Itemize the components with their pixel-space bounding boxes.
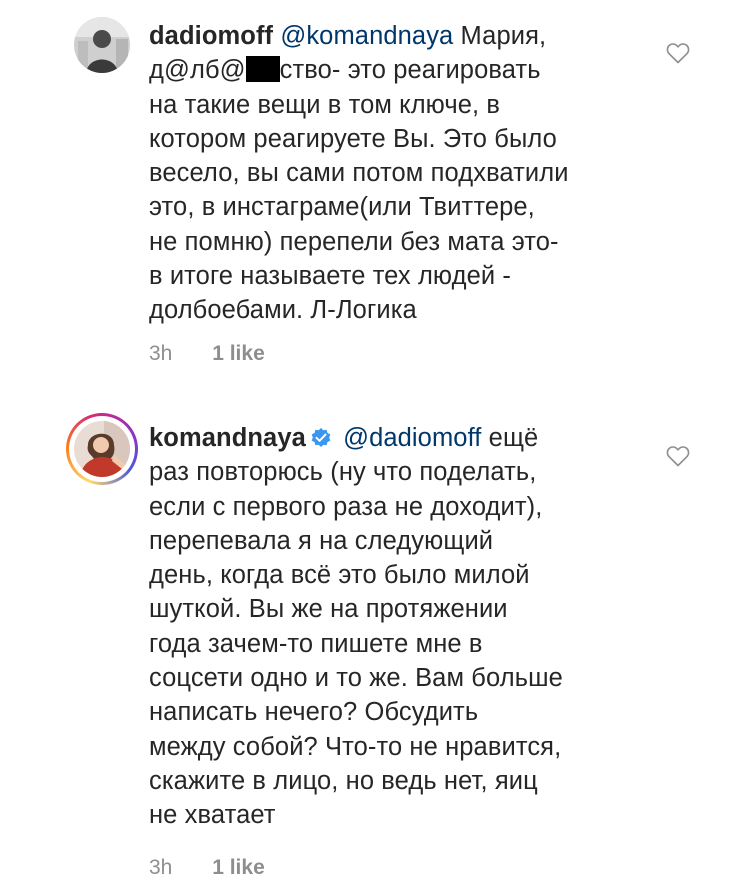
comment-text-part: ещё bbox=[481, 424, 539, 452]
comment-time: 3h bbox=[149, 342, 173, 365]
comment-meta: 3h 1 like bbox=[149, 856, 265, 880]
comment-line: в итоге называете тех людей - bbox=[149, 262, 511, 291]
comment-line: если с первого раза не доходит), bbox=[149, 492, 543, 521]
comment-line: раз повторюсь (ну что поделать, bbox=[149, 458, 537, 487]
comment-line: написать нечего? Обсудить bbox=[149, 698, 479, 727]
comment-line: перепевала я на следующий bbox=[149, 526, 494, 555]
heart-outline-icon[interactable] bbox=[666, 42, 690, 64]
likes-count[interactable]: 1 like bbox=[212, 856, 265, 879]
heart-outline-icon[interactable] bbox=[666, 445, 690, 467]
avatar-komandnaya[interactable] bbox=[74, 421, 130, 477]
comment-line: соцсети одно и то же. Вам больше bbox=[149, 664, 563, 693]
mention-link[interactable]: @dadiomoff bbox=[343, 424, 481, 452]
comment-text-part: ство- это реагировать bbox=[279, 56, 541, 85]
comment-line: шуткой. Вы же на протяжении bbox=[149, 595, 508, 624]
comment-text-part: д@лб@ bbox=[149, 56, 246, 85]
mention-link[interactable]: @komandnaya bbox=[280, 22, 453, 50]
comment-line: не хватает bbox=[149, 801, 276, 830]
censor-block bbox=[245, 56, 280, 83]
avatar-image bbox=[74, 17, 130, 73]
comment-line: долбоебами. Л-Логика bbox=[149, 296, 417, 325]
comment-time: 3h bbox=[149, 856, 173, 879]
comment-line: года зачем-то пишете мне в bbox=[149, 629, 483, 658]
comment-line: день, когда всё это было милой bbox=[149, 561, 530, 590]
verified-badge-icon bbox=[311, 428, 331, 447]
comment-text: komandnaya @dadiomoff ещё раз повторюсь … bbox=[149, 421, 649, 833]
comment-line: на такие вещи в том ключе, в bbox=[149, 90, 501, 119]
comment-text-part: Мария, bbox=[453, 22, 547, 50]
comment-line: не помню) перепели без мата это- bbox=[149, 227, 559, 256]
username[interactable]: komandnaya bbox=[149, 424, 306, 452]
comment-line: котором реагируете Вы. Это было bbox=[149, 124, 557, 153]
comment-text: dadiomoff @komandnaya Мария, д@лб@ ство- … bbox=[149, 19, 649, 328]
comment-line: между собой? Что-то не нравится, bbox=[149, 732, 562, 761]
avatar-image bbox=[74, 421, 130, 477]
comment-line: это, в инстаграме(или Твиттере, bbox=[149, 193, 535, 222]
username[interactable]: dadiomoff bbox=[149, 22, 273, 50]
likes-count[interactable]: 1 like bbox=[212, 342, 265, 365]
comment-line: весело, вы сами потом подхватили bbox=[149, 159, 569, 188]
avatar-dadiomoff[interactable] bbox=[74, 17, 130, 73]
comment-line: скажите в лицо, но ведь нет, яиц bbox=[149, 766, 538, 795]
comment-meta: 3h 1 like bbox=[149, 342, 265, 366]
